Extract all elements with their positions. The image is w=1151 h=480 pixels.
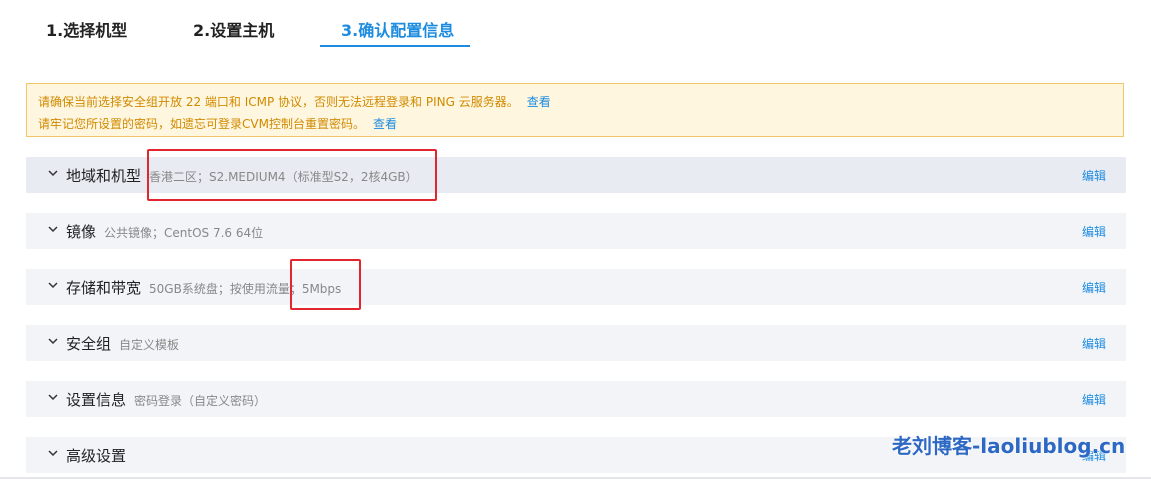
edit-button[interactable]: 编辑 [1082,279,1106,296]
notice-banner: 请确保当前选择安全组开放 22 端口和 ICMP 协议，否则无法远程登录和 PI… [26,83,1124,137]
section-title-text: 地域和机型 [66,167,142,185]
annotation-box-bandwidth [290,259,361,310]
step-tabs: 1.选择机型 2.设置主机 3.确认配置信息 [0,0,1151,48]
section-image[interactable]: 镜像 公共镜像；CentOS 7.6 64位 编辑 [26,213,1126,249]
edit-button[interactable]: 编辑 [1082,391,1106,408]
annotation-box-instance-type [147,149,437,201]
chevron-down-icon [48,170,58,177]
section-title-text: 存储和带宽 [66,279,142,297]
edit-button[interactable]: 编辑 [1082,223,1106,240]
chevron-down-icon [48,394,58,401]
section-title: 安全组 自定义模板 [66,333,179,354]
edit-button[interactable]: 编辑 [1082,335,1106,352]
notice-view-link-1[interactable]: 查看 [527,95,551,109]
section-summary: 自定义模板 [119,338,180,352]
section-summary: 密码登录（自定义密码） [134,394,267,408]
section-title-text: 安全组 [66,335,112,353]
watermark: 老刘博客-laoliublog.cn [892,434,1126,458]
chevron-down-icon [48,226,58,233]
section-title: 设置信息 密码登录（自定义密码） [66,389,266,410]
section-title: 高级设置 [66,445,134,466]
section-settings-info[interactable]: 设置信息 密码登录（自定义密码） 编辑 [26,381,1126,417]
notice-view-link-2[interactable]: 查看 [373,117,397,131]
step-confirm-config[interactable]: 3.确认配置信息 [341,17,454,41]
notice-line-security-group: 请确保当前选择安全组开放 22 端口和 ICMP 协议，否则无法远程登录和 PI… [38,93,551,110]
chevron-down-icon [48,282,58,289]
step-select-instance[interactable]: 1.选择机型 [46,17,127,41]
chevron-down-icon [48,450,58,457]
page: 1.选择机型 2.设置主机 3.确认配置信息 请确保当前选择安全组开放 22 端… [0,0,1151,480]
section-security-group[interactable]: 安全组 自定义模板 编辑 [26,325,1126,361]
section-title-text: 设置信息 [66,391,127,409]
step-configure-host[interactable]: 2.设置主机 [193,17,274,41]
section-storage-bandwidth[interactable]: 存储和带宽 50GB系统盘；按使用流量；5Mbps 编辑 [26,269,1126,305]
section-title-text: 高级设置 [66,447,127,465]
notice-text-1: 请确保当前选择安全组开放 22 端口和 ICMP 协议，否则无法远程登录和 PI… [38,95,519,109]
notice-text-2: 请牢记您所设置的密码，如遗忘可登录CVM控制台重置密码。 [38,117,365,131]
edit-button[interactable]: 编辑 [1082,167,1106,184]
chevron-down-icon [48,338,58,345]
section-title: 镜像 公共镜像；CentOS 7.6 64位 [66,221,263,242]
section-summary: 公共镜像；CentOS 7.6 64位 [104,226,264,240]
active-step-underline [320,45,470,47]
section-title-text: 镜像 [66,223,97,241]
bottom-divider [0,477,1151,479]
notice-line-password: 请牢记您所设置的密码，如遗忘可登录CVM控制台重置密码。 查看 [38,115,397,132]
